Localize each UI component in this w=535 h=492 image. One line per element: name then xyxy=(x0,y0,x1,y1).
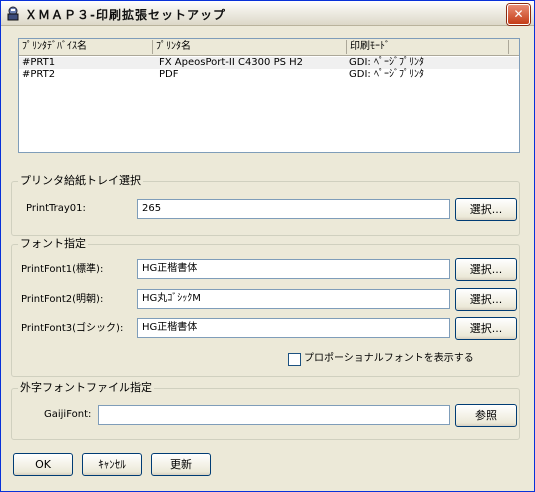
printer-name: PDF xyxy=(159,69,179,80)
print-font2-label: PrintFont2(明朝): xyxy=(21,294,104,305)
update-button[interactable]: 更新 xyxy=(151,453,211,476)
close-button[interactable]: ✕ xyxy=(507,4,530,25)
printer-device: #PRT2 xyxy=(22,69,56,80)
column-header-device[interactable]: ﾌﾟﾘﾝﾀﾃﾞﾊﾞｲｽ名 xyxy=(19,40,153,54)
window-title: ＸＭＡＰ３-印刷拡張セットアップ xyxy=(25,8,226,22)
print-tray-input[interactable]: 265 xyxy=(137,199,450,219)
gaiji-font-input[interactable] xyxy=(98,405,450,425)
tray-select-button[interactable]: 選択... xyxy=(455,198,517,221)
printer-list[interactable]: ﾌﾟﾘﾝﾀﾃﾞﾊﾞｲｽ名 ﾌﾟﾘﾝﾀ名 印刷ﾓｰﾄﾞ #PRT1 FX Apeo… xyxy=(18,38,520,153)
print-font1-label: PrintFont1(標準): xyxy=(21,264,104,275)
font2-select-button[interactable]: 選択... xyxy=(455,288,517,311)
proportional-font-checkbox[interactable] xyxy=(288,353,301,366)
tray-group-title: プリンタ給紙トレイ選択 xyxy=(18,174,143,187)
gaiji-browse-button[interactable]: 参照 xyxy=(455,404,517,427)
printer-name: FX ApeosPort-II C4300 PS H2 xyxy=(159,57,304,68)
printer-mode: GDI: ﾍﾟｰｼﾞﾌﾟﾘﾝﾀ xyxy=(349,69,424,80)
printer-device: #PRT1 xyxy=(22,57,56,68)
proportional-font-label[interactable]: プロポーショナルフォントを表示する xyxy=(304,352,474,366)
gaiji-group-title: 外字フォントファイル指定 xyxy=(18,381,154,394)
printer-list-header: ﾌﾟﾘﾝﾀﾃﾞﾊﾞｲｽ名 ﾌﾟﾘﾝﾀ名 印刷ﾓｰﾄﾞ xyxy=(19,39,519,56)
print-font3-label: PrintFont3(ゴシック): xyxy=(21,323,124,334)
print-font3-input[interactable]: HG正楷書体 xyxy=(137,318,450,338)
font3-select-button[interactable]: 選択... xyxy=(455,317,517,340)
printer-row[interactable]: #PRT1 FX ApeosPort-II C4300 PS H2 GDI: ﾍ… xyxy=(19,57,519,69)
column-header-printer-name[interactable]: ﾌﾟﾘﾝﾀ名 xyxy=(153,40,347,54)
printer-mode: GDI: ﾍﾟｰｼﾞﾌﾟﾘﾝﾀ xyxy=(349,57,424,68)
print-font1-input[interactable]: HG正楷書体 xyxy=(137,259,450,279)
column-header-print-mode[interactable]: 印刷ﾓｰﾄﾞ xyxy=(347,40,509,54)
app-icon xyxy=(7,6,19,21)
ok-button[interactable]: OK xyxy=(13,453,73,476)
setup-dialog: ＸＭＡＰ３-印刷拡張セットアップ ✕ ﾌﾟﾘﾝﾀﾃﾞﾊﾞｲｽ名 ﾌﾟﾘﾝﾀ名 印… xyxy=(0,0,535,492)
gaiji-font-label: GaijiFont: xyxy=(44,409,92,420)
print-tray-label: PrintTray01: xyxy=(26,203,86,214)
cancel-button[interactable]: ｷｬﾝｾﾙ xyxy=(82,453,142,476)
font-group-title: フォント指定 xyxy=(18,237,88,250)
print-font2-input[interactable]: HG丸ｺﾞｼｯｸM xyxy=(137,289,450,309)
title-bar[interactable]: ＸＭＡＰ３-印刷拡張セットアップ ✕ xyxy=(1,1,534,26)
font1-select-button[interactable]: 選択... xyxy=(455,258,517,281)
printer-row[interactable]: #PRT2 PDF GDI: ﾍﾟｰｼﾞﾌﾟﾘﾝﾀ xyxy=(19,69,519,81)
